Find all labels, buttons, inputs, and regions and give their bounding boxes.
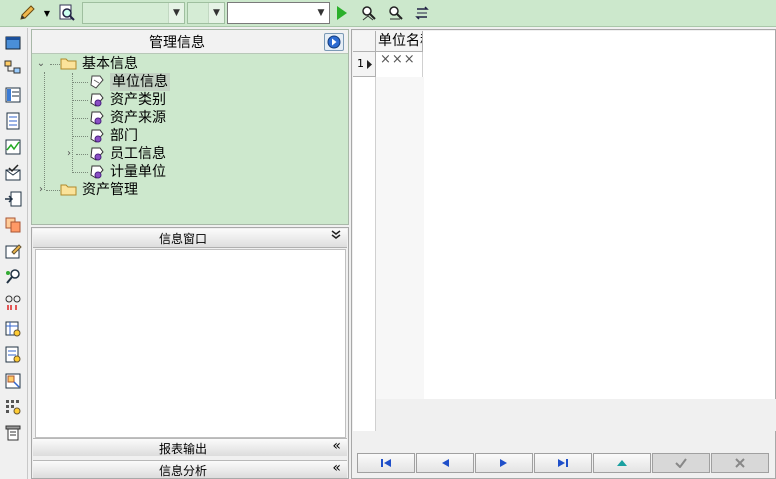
document-icon[interactable] <box>4 112 22 130</box>
expand-icon[interactable]: « <box>332 438 341 454</box>
find-icon[interactable] <box>57 3 77 23</box>
check-icon <box>675 458 687 468</box>
grid-column-area <box>376 77 424 399</box>
export-icon[interactable] <box>4 190 22 208</box>
tree-line <box>50 64 60 65</box>
insert-record-button[interactable] <box>593 453 651 473</box>
chevron-right-icon[interactable]: › <box>36 181 46 199</box>
info-window-panel: 信息窗口 报表输出 « 信息分析 « <box>31 227 349 479</box>
tree-line <box>76 154 88 155</box>
info-window-content <box>35 249 346 438</box>
tree-node-label: 资产类别 <box>110 92 166 108</box>
edit-form-icon[interactable] <box>4 242 22 260</box>
insert-icon <box>617 460 627 466</box>
post-record-button[interactable] <box>652 453 710 473</box>
chart-icon[interactable] <box>4 138 22 156</box>
tree-node-label: 部门 <box>110 128 138 144</box>
tree-node-label: 员工信息 <box>110 146 166 162</box>
search-user-icon[interactable] <box>359 3 379 23</box>
chevron-down-icon[interactable]: ▼ <box>168 3 184 23</box>
arrow-right-circle-icon <box>327 35 341 49</box>
tree-node-label: 计量单位 <box>110 164 166 180</box>
tree-node-label: 单位信息 <box>110 73 170 91</box>
window-icon[interactable] <box>4 34 22 52</box>
report-output-bar[interactable]: 报表输出 « <box>33 438 347 456</box>
pencil-icon[interactable] <box>16 3 38 23</box>
first-record-button[interactable] <box>357 453 415 473</box>
refresh-icon[interactable] <box>412 3 432 23</box>
collapse-icon[interactable] <box>331 229 341 244</box>
chevron-down-icon[interactable]: ▼ <box>313 3 329 23</box>
row-pointer-icon <box>367 59 373 72</box>
info-window-header[interactable]: 信息窗口 <box>33 229 347 248</box>
prior-icon <box>442 459 449 467</box>
side-toolbar <box>0 28 28 479</box>
copy-icon[interactable] <box>4 216 22 234</box>
toolbar: ▼ ▼ ▼ ▼ <box>0 0 776 27</box>
chevron-down-icon[interactable]: ⌄ <box>36 55 46 73</box>
folder-icon <box>60 56 78 76</box>
row-header[interactable]: 1 <box>353 52 376 77</box>
tree-header: 管理信息 <box>32 30 348 54</box>
expand-icon[interactable]: « <box>332 460 341 476</box>
tree-node-label: 基本信息 <box>82 56 138 72</box>
tree-line <box>72 82 88 83</box>
tree-line <box>72 118 88 119</box>
first-icon <box>381 459 391 467</box>
grid-empty-area <box>376 399 776 431</box>
tree-line <box>72 136 88 137</box>
report-output-label: 报表输出 <box>158 442 207 456</box>
tree-line <box>46 190 60 191</box>
chevron-down-icon[interactable]: ▼ <box>208 3 224 23</box>
tree-line <box>44 72 45 190</box>
value-combo[interactable]: ▼ <box>227 2 330 24</box>
import-icon[interactable] <box>4 372 22 390</box>
grid-settings-icon[interactable] <box>4 398 22 416</box>
info-window-title: 信息窗口 <box>158 232 207 246</box>
cancel-record-button[interactable] <box>711 453 769 473</box>
go-arrow-button[interactable] <box>324 33 344 51</box>
search-clear-icon[interactable] <box>386 3 406 23</box>
last-record-button[interactable] <box>534 453 592 473</box>
info-analysis-bar[interactable]: 信息分析 « <box>33 460 347 478</box>
grid-corner[interactable] <box>353 31 376 52</box>
navigation-tree-panel: 管理信息 ⌄ 基本信息 单位信息 资产类别 资产来源 部门 › 员工信息 计量单… <box>31 29 349 225</box>
tree-line <box>72 100 88 101</box>
table-settings-icon[interactable] <box>4 320 22 338</box>
pencil-dropdown-icon[interactable]: ▼ <box>41 3 53 23</box>
next-icon <box>500 459 507 467</box>
column-header-unit-name[interactable]: 单位名称 <box>376 31 423 52</box>
table-cell[interactable]: ××× <box>376 52 423 77</box>
search-people-icon[interactable] <box>4 268 22 286</box>
prior-record-button[interactable] <box>416 453 474 473</box>
link-icon[interactable] <box>4 294 22 312</box>
tree-node-label: 资产管理 <box>82 182 138 198</box>
play-icon[interactable] <box>334 3 350 23</box>
info-analysis-label: 信息分析 <box>158 464 207 478</box>
report-settings-icon[interactable] <box>4 346 22 364</box>
tree-structure-icon[interactable] <box>4 59 22 77</box>
trash-list-icon[interactable] <box>4 424 22 442</box>
tree-node-label: 资产来源 <box>110 110 166 126</box>
tree-title: 管理信息 <box>149 35 205 51</box>
chevron-right-icon[interactable]: › <box>64 145 74 163</box>
mail-check-icon[interactable] <box>4 164 22 182</box>
grid-row-header-column <box>353 31 376 431</box>
operator-combo[interactable]: ▼ <box>187 2 225 24</box>
last-icon <box>558 459 568 467</box>
folder-icon <box>60 182 78 202</box>
data-grid-panel: 单位名称 1 ××× <box>351 29 776 479</box>
close-icon <box>735 458 745 468</box>
app-window: ▼ ▼ ▼ ▼ 管理信息 ⌄ 基本信息 单位信息 资产类别 资产来源 部门 › … <box>0 0 776 479</box>
next-record-button[interactable] <box>475 453 533 473</box>
list-icon[interactable] <box>4 86 22 104</box>
row-number: 1 <box>357 57 364 70</box>
tree-line <box>72 172 88 173</box>
field-combo[interactable]: ▼ <box>82 2 185 24</box>
